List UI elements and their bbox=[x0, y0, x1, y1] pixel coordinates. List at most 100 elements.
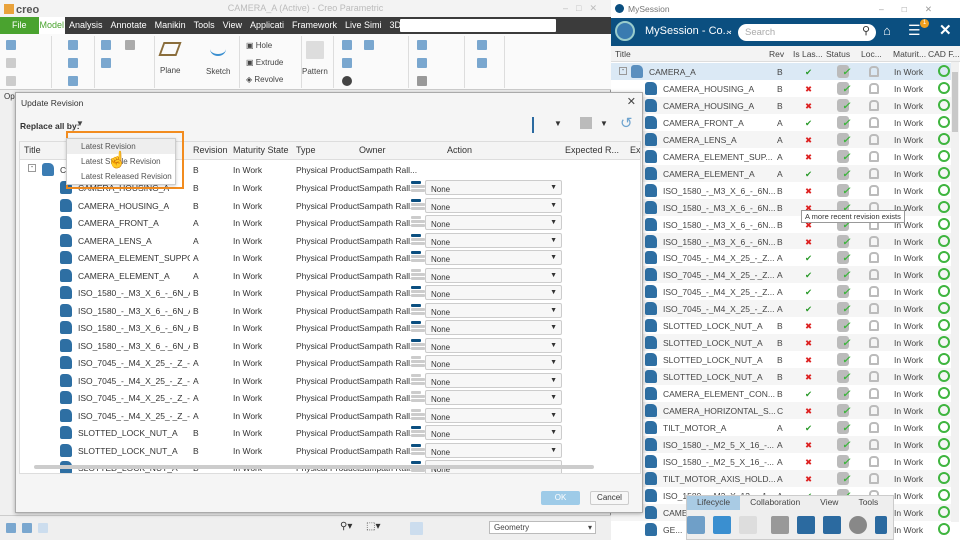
column-header[interactable]: Owner bbox=[359, 145, 386, 155]
window-controls[interactable]: –□✕ bbox=[563, 0, 605, 17]
session-row[interactable]: SLOTTED_LOCK_NUT_A B ✖ In Work bbox=[611, 334, 951, 352]
action-select[interactable]: None bbox=[425, 197, 562, 213]
revolve-button[interactable]: ◈ Revolve bbox=[246, 75, 283, 84]
unlock-icon[interactable] bbox=[869, 252, 879, 264]
structure-icon[interactable] bbox=[580, 117, 592, 129]
session-row[interactable]: CAMERA_HOUSING_A B ✖ In Work bbox=[611, 79, 951, 97]
column-header[interactable]: Exp bbox=[630, 145, 640, 155]
compass-icon[interactable] bbox=[615, 21, 635, 41]
menu-file[interactable]: File bbox=[0, 17, 39, 34]
action-select[interactable]: None bbox=[425, 407, 562, 423]
table-row[interactable]: CAMERA_LENS_A A In Work Physical Product Sam… bbox=[20, 232, 640, 250]
unlock-icon[interactable] bbox=[869, 116, 879, 128]
chevron-down-icon[interactable]: ▼ bbox=[600, 119, 608, 128]
tab-lifecycle[interactable]: Lifecycle bbox=[687, 496, 741, 510]
lifecycle-icon[interactable] bbox=[687, 516, 705, 534]
table-row[interactable]: ISO_7045_-_M4_X_25_-_Z_-_25A In Work Physi… bbox=[20, 389, 640, 407]
unlock-icon[interactable] bbox=[869, 472, 879, 484]
column-header[interactable]: Title bbox=[24, 145, 41, 155]
action-select[interactable]: None bbox=[425, 215, 562, 230]
tree-view-icon[interactable] bbox=[532, 117, 546, 133]
unlock-icon[interactable] bbox=[869, 455, 879, 467]
session-row[interactable]: CAMERA_LENS_A A ✖ In Work bbox=[611, 130, 951, 148]
tag-icon[interactable]: ⌂ bbox=[883, 23, 891, 38]
action-select[interactable]: None bbox=[425, 320, 562, 335]
menu-live-simi[interactable]: Live Simi bbox=[341, 17, 386, 34]
column-header[interactable]: Maturity State bbox=[233, 145, 289, 155]
column-header[interactable]: Type bbox=[296, 145, 316, 155]
action-select[interactable]: None bbox=[425, 337, 562, 353]
ok-button[interactable]: OK bbox=[541, 491, 580, 505]
column-header[interactable]: Action bbox=[447, 145, 472, 155]
column-header[interactable]: CAD F... bbox=[928, 49, 960, 59]
replace-all-dropdown[interactable]: ▼ bbox=[76, 119, 84, 128]
unlock-icon[interactable] bbox=[869, 269, 879, 281]
scrollbar[interactable] bbox=[951, 62, 959, 522]
3d-icon[interactable] bbox=[849, 516, 867, 534]
search-input[interactable]: Search ⚲ bbox=[738, 24, 876, 41]
session-row[interactable]: ISO_1580_-_M3_X_6_-_6N...B ✖ In Work bbox=[611, 181, 951, 199]
unlock-icon[interactable] bbox=[869, 99, 879, 111]
session-row[interactable]: CAMERA_ELEMENT_A A ✔ In Work bbox=[611, 164, 951, 182]
session-row[interactable]: SLOTTED_LOCK_NUT_A B ✖ In Work bbox=[611, 351, 951, 369]
browser-icon[interactable] bbox=[22, 523, 32, 533]
unlock-icon[interactable] bbox=[869, 421, 879, 433]
table-row[interactable]: ISO_1580_-_M3_X_6_-_6N_A B In Work Physical… bbox=[20, 302, 640, 320]
cancel-button[interactable]: Cancel bbox=[590, 491, 629, 505]
tab-tools[interactable]: Tools bbox=[848, 496, 888, 510]
table-row[interactable]: ISO_1580_-_M3_X_6_-_6N_A B In Work Physical… bbox=[20, 337, 640, 355]
unlock-icon[interactable] bbox=[869, 405, 879, 416]
tab-view[interactable]: View bbox=[810, 496, 848, 510]
unlock-icon[interactable] bbox=[869, 438, 879, 450]
column-header[interactable]: Title bbox=[615, 49, 631, 59]
column-header[interactable]: Revision bbox=[193, 145, 228, 155]
menu-model[interactable]: Model bbox=[38, 17, 66, 34]
session-row[interactable]: ISO_1580_-_M2_5_X_16_-...A ✖ In Work bbox=[611, 452, 951, 470]
unlock-icon[interactable] bbox=[869, 167, 879, 179]
menu-applicati[interactable]: Applicati bbox=[246, 17, 288, 34]
session-row[interactable]: CAMERA_HORIZONTAL_S...C ✖ In Work bbox=[611, 402, 951, 419]
action-select[interactable]: None bbox=[425, 232, 562, 248]
menu-analysis[interactable]: Analysis bbox=[65, 17, 107, 34]
table-row[interactable]: CAMERA_FRONT_A A In Work Physical Product Sa… bbox=[20, 214, 640, 232]
table-row[interactable]: CAMERA_ELEMENT_SUPPORTA In Work Physical P… bbox=[20, 249, 640, 267]
view-icon[interactable] bbox=[410, 522, 423, 535]
table-row[interactable]: ISO_7045_-_M4_X_25_-_Z_-_25A In Work Physi… bbox=[20, 407, 640, 425]
model-tree-icon[interactable] bbox=[6, 523, 16, 533]
horizontal-scrollbar[interactable] bbox=[34, 465, 594, 469]
collapse-toggle[interactable]: - bbox=[619, 67, 627, 75]
database-refresh-icon[interactable] bbox=[771, 516, 789, 534]
undo-icon[interactable]: ↺ bbox=[620, 114, 633, 132]
menu-view[interactable]: View bbox=[219, 17, 246, 34]
session-row[interactable]: ISO_7045_-_M4_X_25_-_Z...A ✔ In Work bbox=[611, 266, 951, 284]
table-row[interactable]: SLOTTED_LOCK_NUT_A B In Work Physical Produ… bbox=[20, 442, 640, 460]
action-select[interactable]: None bbox=[425, 390, 562, 405]
tab-collaboration[interactable]: Collaboration bbox=[740, 496, 810, 510]
explore-icon[interactable] bbox=[797, 516, 815, 534]
session-row[interactable]: TILT_MOTOR_A A ✔ In Work bbox=[611, 418, 951, 436]
menu-tools[interactable]: Tools bbox=[190, 17, 219, 34]
session-row[interactable]: CAMERA_ELEMENT_CON...B ✔ In Work bbox=[611, 385, 951, 403]
unlock-icon[interactable] bbox=[869, 286, 879, 298]
chevron-down-icon[interactable]: ⌄ bbox=[725, 25, 733, 36]
pattern-button[interactable]: Pattern bbox=[302, 67, 328, 76]
find-icon[interactable]: ⚲▾ bbox=[340, 521, 352, 532]
table-row[interactable]: CAMERA_ELEMENT_A A In Work Physical Product… bbox=[20, 267, 640, 285]
unlock-icon[interactable] bbox=[869, 388, 879, 400]
session-row[interactable]: - CAMERA_A B ✔ In Work bbox=[611, 63, 951, 80]
session-row[interactable]: ISO_7045_-_M4_X_25_-_Z...A ✔ In Work bbox=[611, 249, 951, 267]
unlock-icon[interactable] bbox=[869, 303, 879, 315]
column-header[interactable]: Loc... bbox=[861, 49, 882, 59]
unlock-icon[interactable] bbox=[869, 354, 879, 366]
session-row[interactable]: ISO_7045_-_M4_X_25_-_Z...A ✔ In Work bbox=[611, 283, 951, 301]
session-row[interactable]: ISO_7045_-_M4_X_25_-_Z...A ✔ In Work bbox=[611, 300, 951, 318]
selection-box-icon[interactable]: ⬚▾ bbox=[366, 521, 380, 532]
action-select[interactable]: None bbox=[425, 250, 562, 265]
unlock-icon[interactable] bbox=[869, 150, 879, 162]
unlock-icon[interactable] bbox=[869, 371, 879, 383]
search-icon[interactable]: ⚲ bbox=[862, 24, 870, 37]
table-row[interactable]: ISO_1580_-_M3_X_6_-_6N_A B In Work Physical… bbox=[20, 319, 640, 337]
column-header[interactable]: Rev bbox=[769, 49, 784, 59]
menu-framework[interactable]: Framework bbox=[288, 17, 341, 34]
unlock-icon[interactable] bbox=[869, 133, 879, 145]
